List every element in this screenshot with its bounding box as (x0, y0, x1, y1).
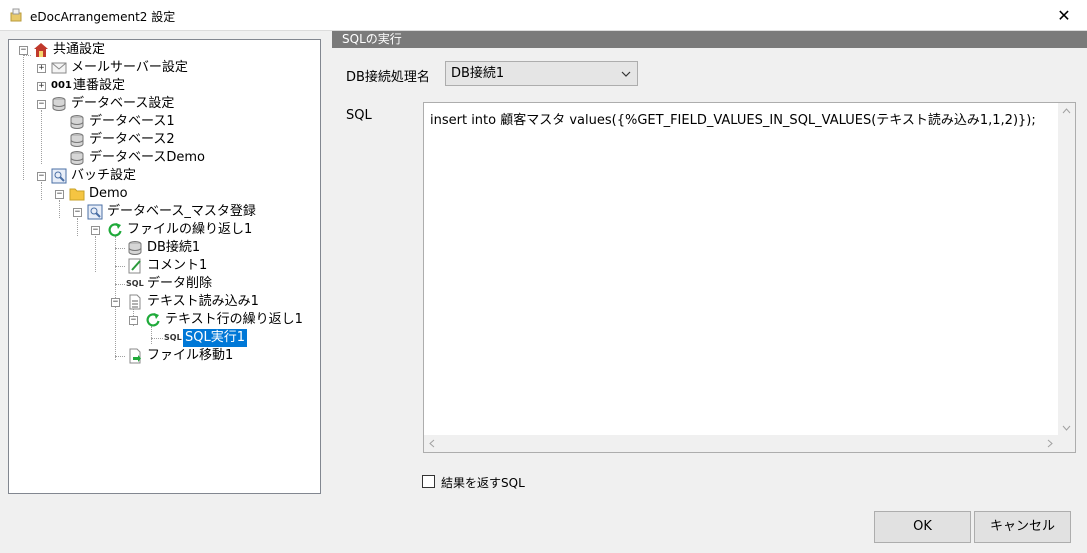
return-sql-label: 結果を返すSQL (441, 476, 525, 490)
loop-icon (146, 313, 160, 327)
cancel-button[interactable]: キャンセル (974, 511, 1071, 543)
tree-connector (151, 338, 163, 339)
tree-connector (115, 266, 125, 267)
expand-icon[interactable]: + (37, 82, 46, 91)
comment-icon (128, 258, 141, 274)
tree-label: ファイル移動1 (147, 348, 234, 363)
collapse-icon[interactable]: − (37, 172, 46, 181)
database-icon (52, 97, 66, 111)
tree-item-batch-settings[interactable]: − バッチ設定 (9, 167, 319, 185)
sql-text: insert into 顧客マスタ values({%GET_FIELD_VAL… (430, 113, 1036, 128)
tree-label: データベースDemo (89, 150, 205, 165)
tree-label: SQL実行1 (183, 329, 247, 347)
tree-item-database-settings[interactable]: − データベース設定 (9, 95, 319, 113)
tree-item-serial-number[interactable]: + 001 連番設定 (9, 77, 319, 95)
tree-item-sql-execute-1[interactable]: SQL SQL実行1 (9, 329, 319, 347)
batch-settings-icon (51, 168, 67, 184)
tree-item-database-master-registration[interactable]: − データベース_マスタ登録 (9, 203, 319, 221)
tree-item-database-1[interactable]: データベース1 (9, 113, 319, 131)
tree-label: テキスト行の繰り返し1 (165, 312, 303, 327)
house-icon (34, 43, 48, 57)
collapse-icon[interactable]: − (91, 226, 100, 235)
database-icon (70, 115, 84, 129)
section-header: SQLの実行 (332, 31, 1087, 48)
db-connection-select[interactable]: DB接続1 (445, 61, 638, 86)
chevron-down-icon (621, 71, 631, 77)
tree-item-common-settings[interactable]: − 共通設定 (9, 41, 319, 59)
folder-icon (69, 188, 85, 201)
tree-item-demo[interactable]: − Demo (9, 185, 319, 203)
tree-label: ファイルの繰り返し1 (127, 222, 253, 237)
serial-number-icon: 001 (51, 80, 72, 91)
file-move-icon (129, 348, 141, 364)
database-icon (70, 151, 84, 165)
expand-icon[interactable]: + (37, 64, 46, 73)
vertical-scrollbar[interactable] (1058, 103, 1075, 436)
collapse-icon[interactable]: − (73, 208, 82, 217)
tree-label: データベース_マスタ登録 (107, 204, 256, 219)
tree-label: 連番設定 (73, 78, 126, 93)
batch-settings-icon (87, 204, 103, 220)
tree-connector (115, 284, 125, 285)
tree-label: データベース1 (89, 114, 175, 129)
ok-button[interactable]: OK (874, 511, 971, 543)
collapse-icon[interactable]: − (37, 100, 46, 109)
tree-label: DB接続1 (147, 240, 201, 255)
sql-icon: SQL (164, 333, 182, 342)
settings-tree[interactable]: − 共通設定 + メールサーバー設定 + 001 連番設定 − データベース設定… (8, 39, 321, 494)
tree-item-text-read-1[interactable]: − テキスト読み込み1 (9, 293, 319, 311)
tree-item-mail-server[interactable]: + メールサーバー設定 (9, 59, 319, 77)
window-title: eDocArrangement2 設定 (30, 10, 176, 24)
sql-label: SQL (346, 108, 372, 123)
db-connection-value: DB接続1 (451, 66, 505, 81)
horizontal-scrollbar[interactable] (424, 435, 1075, 452)
tree-label: テキスト読み込み1 (147, 294, 259, 309)
tree-item-db-connection-1[interactable]: DB接続1 (9, 239, 319, 257)
tree-label: コメント1 (147, 258, 208, 273)
close-icon: ✕ (1057, 6, 1071, 25)
collapse-icon[interactable]: − (19, 46, 28, 55)
close-button[interactable]: ✕ (1041, 0, 1087, 31)
tree-item-database-2[interactable]: データベース2 (9, 131, 319, 149)
tree-item-text-line-loop-1[interactable]: − テキスト行の繰り返し1 (9, 311, 319, 329)
tree-connector (115, 248, 125, 249)
db-connection-label: DB接続処理名 (346, 70, 430, 85)
tree-connector (115, 356, 125, 357)
collapse-icon[interactable]: − (55, 190, 64, 199)
scroll-up-icon[interactable] (1062, 108, 1071, 114)
tree-label: データベース設定 (71, 96, 175, 111)
tree-item-comment-1[interactable]: コメント1 (9, 257, 319, 275)
tree-label: バッチ設定 (71, 168, 137, 183)
return-sql-checkbox[interactable] (422, 475, 435, 488)
tree-label: データ削除 (147, 276, 213, 291)
collapse-icon[interactable]: − (129, 316, 138, 325)
tree-label: 共通設定 (53, 42, 106, 57)
tree-item-file-move-1[interactable]: ファイル移動1 (9, 347, 319, 365)
mail-icon (51, 62, 67, 74)
tree-label: データベース2 (89, 132, 175, 147)
tree-label: Demo (89, 186, 128, 201)
database-icon (70, 133, 84, 147)
text-file-icon (129, 294, 141, 310)
loop-icon (108, 223, 122, 237)
tree-item-data-delete[interactable]: SQL データ削除 (9, 275, 319, 293)
title-bar: eDocArrangement2 設定 ✕ (0, 0, 1087, 31)
database-icon (128, 241, 142, 255)
collapse-icon[interactable]: − (111, 298, 120, 307)
scroll-down-icon[interactable] (1062, 425, 1071, 431)
tree-label: メールサーバー設定 (71, 60, 188, 75)
sql-icon: SQL (126, 279, 144, 288)
scroll-left-icon[interactable] (429, 439, 435, 448)
scroll-right-icon[interactable] (1047, 439, 1053, 448)
tree-item-database-demo[interactable]: データベースDemo (9, 149, 319, 167)
app-icon (10, 8, 22, 22)
tree-item-file-loop[interactable]: − ファイルの繰り返し1 (9, 221, 319, 239)
sql-textarea[interactable]: insert into 顧客マスタ values({%GET_FIELD_VAL… (423, 102, 1076, 453)
